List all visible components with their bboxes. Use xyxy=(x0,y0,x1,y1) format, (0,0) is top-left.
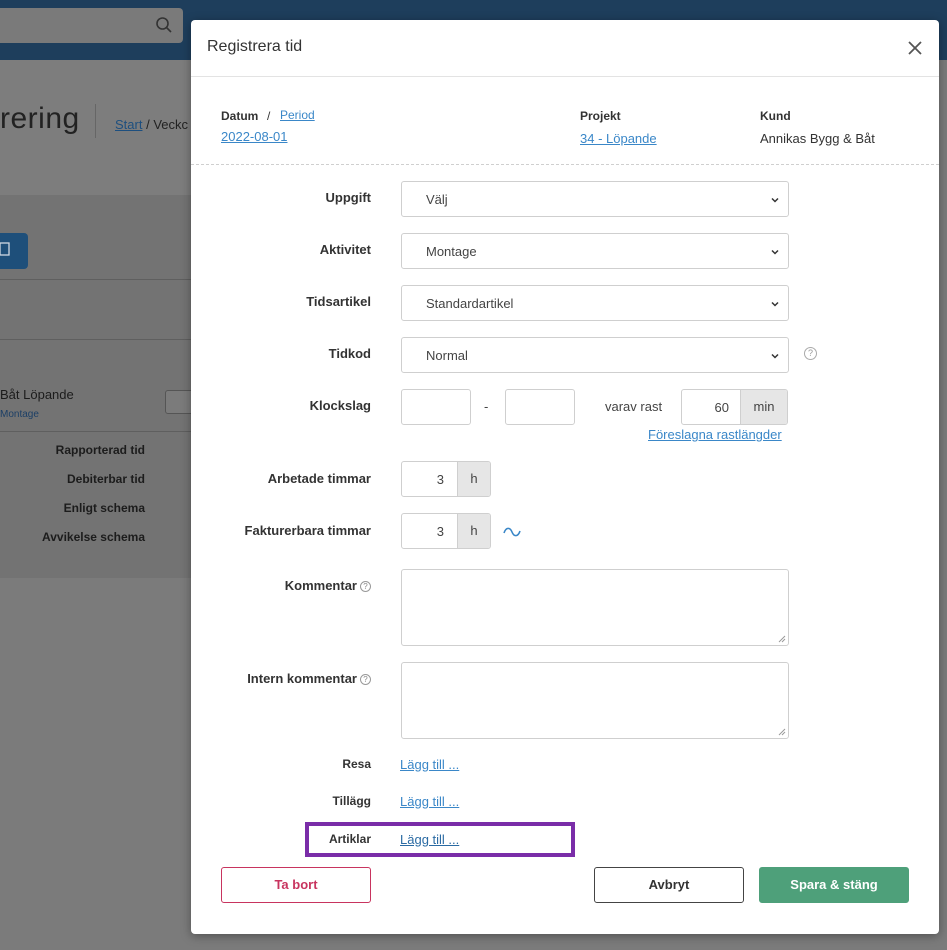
help-icon[interactable]: ? xyxy=(360,581,371,592)
time-range-dash: - xyxy=(484,399,489,414)
kund-label: Kund xyxy=(760,109,791,123)
panel-divider xyxy=(0,339,200,340)
period-link[interactable]: Period xyxy=(280,108,315,122)
delete-button[interactable]: Ta bort xyxy=(221,867,371,903)
resize-handle-icon[interactable] xyxy=(778,728,786,736)
breadcrumb-start[interactable]: Start xyxy=(115,117,142,132)
rast-label: varav rast xyxy=(605,399,663,414)
fakturerbara-timmar-value: 3 xyxy=(436,524,444,539)
copy-icon xyxy=(0,242,10,256)
tillagg-add-link[interactable]: Lägg till ... xyxy=(400,794,459,809)
intern-kommentar-label-text: Intern kommentar xyxy=(247,671,357,686)
hours-unit: h xyxy=(457,462,490,496)
search-icon[interactable] xyxy=(155,16,173,34)
tillagg-label: Tillägg xyxy=(332,794,371,808)
panel-divider xyxy=(0,431,200,432)
intern-kommentar-textarea[interactable] xyxy=(401,662,789,739)
close-icon[interactable] xyxy=(905,38,925,58)
summary-row-label: Rapporterad tid xyxy=(55,443,145,457)
kommentar-textarea[interactable] xyxy=(401,569,789,646)
rast-unit: min xyxy=(740,390,787,424)
tidkod-help-icon[interactable]: ? xyxy=(804,347,817,360)
breadcrumb-current: Veckc xyxy=(153,117,188,132)
rast-value: 60 xyxy=(714,400,729,415)
chevron-down-icon xyxy=(771,197,779,203)
uppgift-select-value: Välj xyxy=(426,192,448,207)
fakturerbara-timmar-label: Fakturerbara timmar xyxy=(244,523,371,538)
panel-divider xyxy=(0,279,200,280)
time-from-input[interactable] xyxy=(401,389,471,425)
arbetade-timmar-input[interactable]: 3 h xyxy=(401,461,491,497)
klockslag-label: Klockslag xyxy=(309,398,371,413)
chevron-down-icon xyxy=(771,301,779,307)
copy-button[interactable] xyxy=(0,233,28,269)
summary-row-label: Debiterbar tid xyxy=(66,472,145,486)
aktivitet-select-value: Montage xyxy=(426,244,477,259)
tidsartikel-select-value: Standardartikel xyxy=(426,296,514,311)
register-time-modal: Registrera tid Datum / Period 2022-08-01… xyxy=(191,20,939,934)
hours-unit: h xyxy=(457,514,490,548)
artiklar-add-link[interactable]: Lägg till ... xyxy=(400,832,459,847)
kommentar-label: Kommentar? xyxy=(191,578,371,593)
background-project-activity: Montage xyxy=(0,409,39,420)
datum-separator: / xyxy=(267,109,271,123)
tidkod-label: Tidkod xyxy=(328,346,371,361)
arbetade-timmar-value: 3 xyxy=(436,472,444,487)
breadcrumb: Start / Veckc xyxy=(115,117,188,132)
rast-input[interactable]: 60 min xyxy=(681,389,788,425)
resa-add-link[interactable]: Lägg till ... xyxy=(400,757,459,772)
chevron-down-icon xyxy=(771,249,779,255)
tidkod-select-value: Normal xyxy=(426,348,468,363)
intern-kommentar-label: Intern kommentar? xyxy=(191,671,371,686)
fakturerbara-timmar-input[interactable]: 3 h xyxy=(401,513,491,549)
sync-hours-icon[interactable] xyxy=(503,526,521,538)
help-icon[interactable]: ? xyxy=(360,674,371,685)
background-project-name: Båt Löpande xyxy=(0,387,74,402)
arbetade-timmar-label: Arbetade timmar xyxy=(267,471,371,486)
resize-handle-icon[interactable] xyxy=(778,635,786,643)
resa-label: Resa xyxy=(342,757,371,771)
summary-row-label: Enligt schema xyxy=(63,501,145,515)
artiklar-label: Artiklar xyxy=(328,832,371,846)
suggested-breaks-link[interactable]: Föreslagna rastlängder xyxy=(648,427,782,442)
kund-value: Annikas Bygg & Båt xyxy=(760,131,875,146)
projekt-label: Projekt xyxy=(580,109,621,123)
page-title: rering xyxy=(0,102,80,135)
uppgift-select[interactable]: Välj xyxy=(401,181,789,217)
modal-header: Registrera tid xyxy=(191,20,939,77)
datum-label: Datum xyxy=(221,109,259,123)
header-divider xyxy=(95,104,96,138)
modal-title: Registrera tid xyxy=(207,38,303,55)
tidsartikel-select[interactable]: Standardartikel xyxy=(401,285,789,321)
chevron-down-icon xyxy=(771,353,779,359)
save-and-close-button[interactable]: Spara & stäng xyxy=(759,867,909,903)
aktivitet-label: Aktivitet xyxy=(319,242,371,257)
info-divider xyxy=(191,164,939,165)
global-search-input[interactable] xyxy=(0,8,183,43)
breadcrumb-separator: / xyxy=(142,117,154,132)
date-link[interactable]: 2022-08-01 xyxy=(221,129,288,144)
aktivitet-select[interactable]: Montage xyxy=(401,233,789,269)
summary-row-label: Avvikelse schema xyxy=(42,530,145,544)
uppgift-label: Uppgift xyxy=(325,190,371,205)
tidsartikel-label: Tidsartikel xyxy=(306,294,371,309)
time-to-input[interactable] xyxy=(505,389,575,425)
projekt-link[interactable]: 34 - Löpande xyxy=(580,131,657,146)
kommentar-label-text: Kommentar xyxy=(284,578,357,593)
cancel-button[interactable]: Avbryt xyxy=(594,867,744,903)
tidkod-select[interactable]: Normal xyxy=(401,337,789,373)
